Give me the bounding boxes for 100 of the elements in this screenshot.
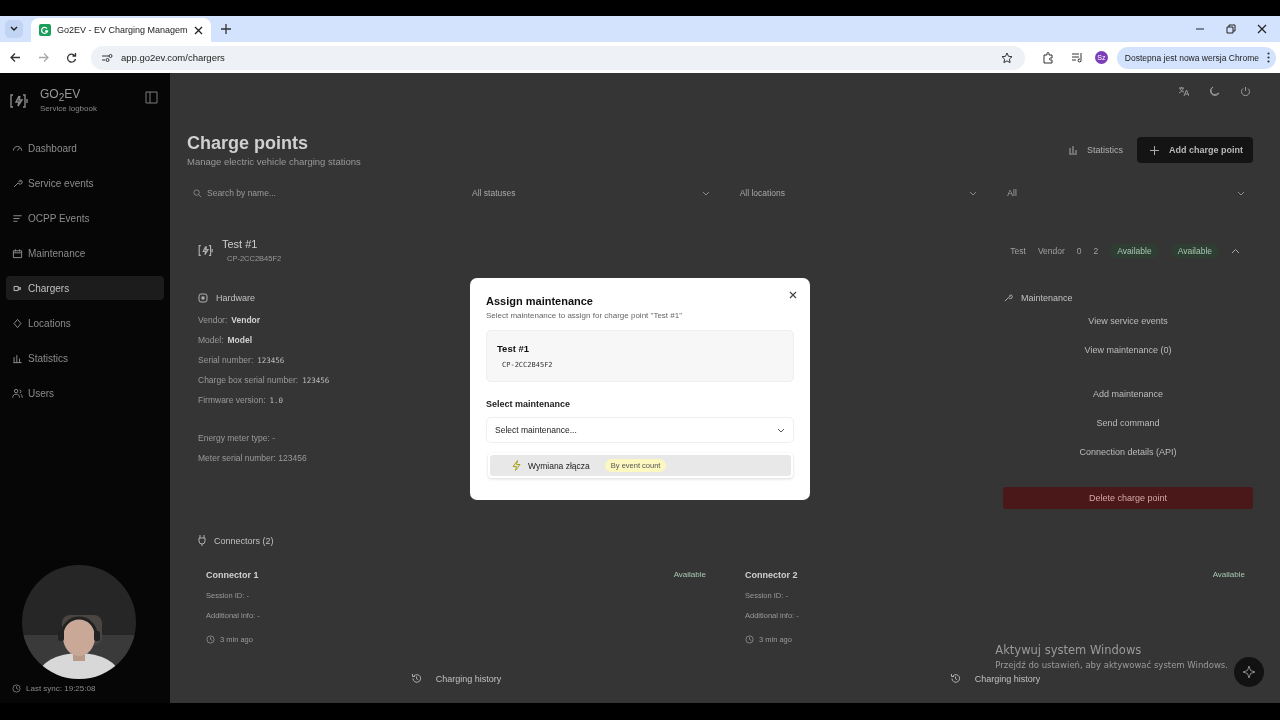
sidebar-item[interactable]: Statistics [6,346,164,370]
tab-search-button[interactable] [5,20,23,38]
media-queue-icon[interactable] [1070,52,1084,63]
charging-history-button[interactable]: Charging history [410,673,502,684]
activation-title: Aktywuj system Windows [995,643,1143,657]
list-icon [12,212,23,224]
power-icon[interactable] [1240,86,1251,97]
charger-icon [198,244,215,257]
sidebar-item[interactable]: OCPP Events [6,206,164,230]
field-label: Charge box serial number: [198,375,299,385]
status-badge: Available [1110,243,1159,258]
filter-select[interactable]: All [999,184,1253,202]
connector-name: Connector 2 [745,570,798,580]
field-label: Firmware version: [198,395,266,405]
charger-name: Test #1 [497,343,531,354]
sidebar-item[interactable]: Locations [6,311,164,335]
action-button[interactable]: View maintenance (0) [1003,337,1253,363]
section-title: Connectors (2) [214,535,274,546]
plus-icon [1150,145,1159,155]
back-icon[interactable] [10,52,21,63]
tag-label: Test [1010,245,1026,256]
address-bar[interactable]: app.go2ev.com/chargers [91,45,1025,70]
sidebar-item[interactable]: Users [6,381,164,405]
restore-icon[interactable] [1226,24,1236,34]
field-label: Vendor: [198,315,228,325]
add-charge-point-button[interactable]: Add charge point [1137,137,1253,163]
status-badge: Available [1170,243,1219,258]
extensions-icon[interactable] [1041,51,1054,64]
meter-field: Energy meter type: - [198,433,463,443]
statistics-button[interactable]: Statistics [1062,139,1129,161]
meter-field: Meter serial number: 123456 [198,453,463,463]
sidebar-item[interactable]: Chargers [6,276,164,300]
wrench-icon [12,177,23,189]
site-settings-icon[interactable] [101,52,113,63]
clock-icon [12,684,21,693]
wrench-icon [1003,293,1013,303]
chevron-down-icon [777,427,785,433]
page-title: Charge points [187,133,309,153]
page-subtitle: Manage electric vehicle charging stations [187,156,362,167]
field-label: Model: [198,335,224,345]
bar-chart-icon [1068,145,1078,155]
section-title: Hardware [216,293,255,303]
charger-name: Test #1 [222,238,259,250]
clock-icon [206,635,215,644]
moon-icon[interactable] [1209,86,1220,97]
history-icon [949,673,961,684]
status-label: Available [1212,570,1245,580]
sidebar-item[interactable]: Service events [6,171,164,195]
status-label: Available [673,570,706,580]
tag-label: Vendor [1037,245,1065,256]
count-label: 0 [1076,245,1082,256]
field-label: Serial number: [198,355,254,365]
chevron-down-icon [701,190,710,196]
search-icon [193,188,202,198]
maintenance-select[interactable]: Select maintenance... [486,417,794,443]
sidebar-toggle-icon[interactable] [145,91,158,104]
action-button[interactable]: Send command [1003,410,1253,436]
field-value: Vendor [231,315,261,325]
action-button[interactable]: View service events [1003,308,1253,334]
sparkle-icon [1242,665,1256,679]
filter-select[interactable]: All locations [731,184,986,202]
update-chrome-button[interactable]: Dostepna jest nowa wersja Chrome [1116,46,1276,69]
charger-logo-icon [10,93,30,109]
plug-icon [198,535,206,546]
assistant-button[interactable] [1234,657,1264,687]
delete-button[interactable]: Delete charge point [1003,487,1253,509]
new-tab-icon[interactable] [220,24,231,34]
history-icon [410,673,422,684]
calendar-icon [12,247,23,259]
users-icon [12,387,23,399]
close-icon[interactable] [1257,24,1267,34]
close-icon[interactable] [789,291,797,299]
chevron-icon[interactable] [1231,247,1240,254]
bookmark-star-icon[interactable] [1000,51,1013,64]
sidebar-item[interactable]: Dashboard [6,136,164,160]
field-label: Select maintenance [486,399,572,409]
more-icon[interactable] [1267,52,1270,63]
chevron-down-icon [969,190,978,196]
charging-history-button[interactable]: Charging history [949,673,1041,684]
brand-tagline: Service logbook [40,104,97,114]
dialog-description: Select maintenance to assign for charge point "Test #1" [486,311,683,320]
bar-chart-icon [12,352,23,364]
chevron-down-icon [1237,190,1245,196]
chip-icon [198,293,208,303]
translate-icon[interactable] [1178,86,1189,97]
sidebar-item[interactable]: Maintenance [6,241,164,265]
favicon-icon [39,24,51,36]
lightning-icon [512,460,521,471]
option-label: Wymiana złącza [528,460,590,471]
count-label: 2 [1093,245,1099,256]
close-icon[interactable] [193,25,203,35]
chevron-down-icon [9,24,19,34]
tab-title: Go2EV - EV Charging Managem [57,25,188,35]
action-button[interactable]: Add maintenance [1003,381,1253,407]
action-button[interactable]: Connection details (API) [1003,439,1253,465]
search-field[interactable]: Search by name... [207,188,427,198]
reload-icon[interactable] [66,52,77,63]
filter-select[interactable]: All statuses [464,184,718,202]
browser-tab[interactable]: Go2EV - EV Charging Managem [31,18,211,42]
clock-icon [745,635,754,644]
